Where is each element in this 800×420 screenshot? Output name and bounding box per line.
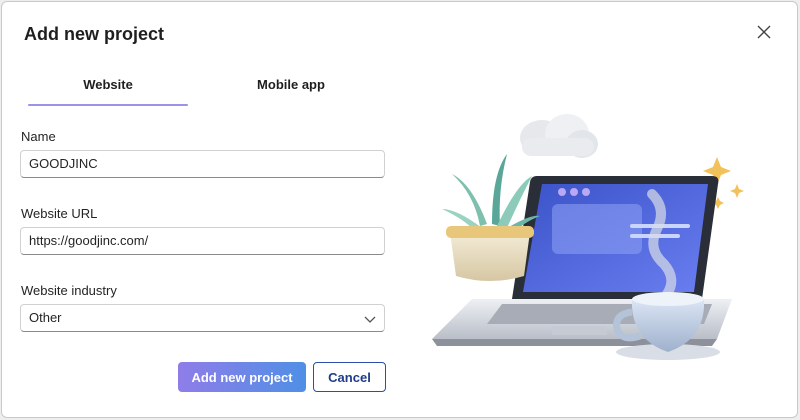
tab-mobile-app-label: Mobile app (257, 77, 325, 92)
laptop-illustration (432, 114, 744, 360)
tab-mobile-app[interactable]: Mobile app (211, 72, 371, 106)
cloud-icon (520, 114, 598, 158)
close-button[interactable] (754, 22, 774, 42)
close-icon (757, 25, 771, 39)
cancel-button[interactable]: Cancel (313, 362, 386, 392)
website-url-label: Website URL (21, 206, 98, 221)
add-project-dialog: Add new project Website Mobile app Name … (1, 1, 798, 418)
website-industry-label: Website industry (21, 283, 117, 298)
tab-website-label: Website (83, 77, 133, 92)
tab-website[interactable]: Website (28, 72, 188, 106)
dialog-title: Add new project (24, 24, 165, 44)
website-industry-select[interactable]: Other (20, 304, 385, 332)
name-label: Name (21, 129, 56, 144)
add-new-project-button[interactable]: Add new project (178, 362, 306, 392)
chevron-down-icon (364, 316, 376, 323)
project-type-tabs: Website Mobile app (28, 72, 358, 106)
name-field[interactable]: GOODJINC (20, 150, 385, 178)
website-industry-value: Other (29, 310, 62, 325)
website-url-field[interactable]: https://goodjinc.com/ (20, 227, 385, 255)
